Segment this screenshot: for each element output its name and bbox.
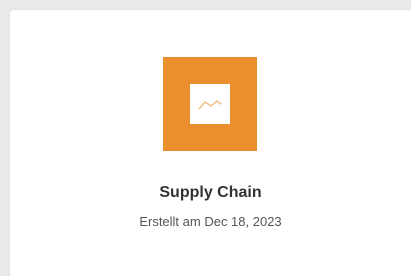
project-title: Supply Chain: [159, 184, 262, 201]
project-thumbnail: [163, 57, 257, 151]
line-chart-icon: [198, 100, 222, 110]
chart-thumbnail-frame: [190, 84, 230, 124]
project-card[interactable]: Supply Chain Erstellt am Dec 18, 2023: [10, 10, 411, 276]
created-date: Erstellt am Dec 18, 2023: [139, 214, 282, 229]
